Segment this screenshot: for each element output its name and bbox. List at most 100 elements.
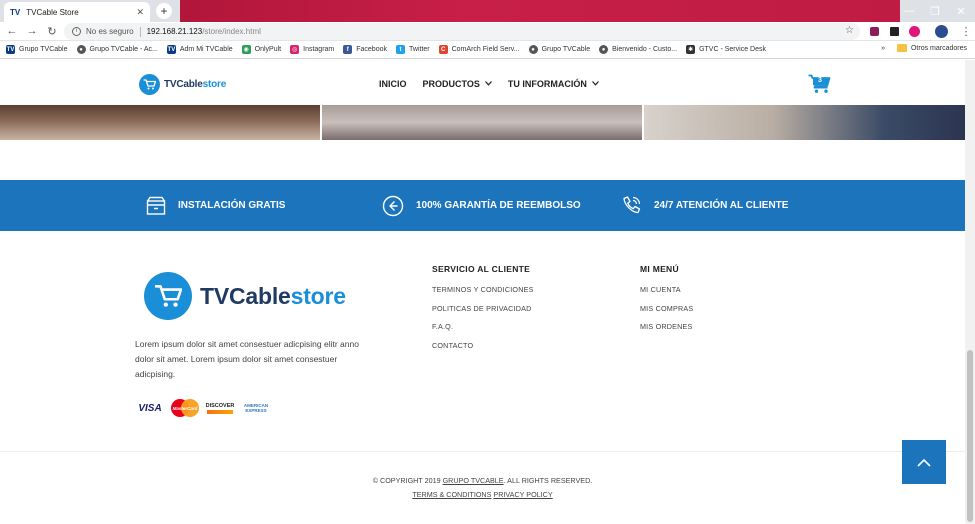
tab-title: TVCable Store [26,7,79,17]
footer-link-contact[interactable]: CONTACTO [432,341,534,350]
arrow-left-circle-icon [382,195,404,216]
tab-favicon: TV [10,7,21,17]
extension-target-icon[interactable] [909,26,920,37]
chevron-down-icon [484,80,492,88]
close-window-icon[interactable]: ✕ [948,0,974,22]
service-desk-icon: ✱ [686,45,696,54]
browser-toolbar: ← → ↻ i No es seguro 192.168.21.123/stor… [0,22,975,41]
chevron-up-icon [917,458,931,467]
url-path: /store/index.html [202,27,261,36]
nav-item-tu-informacion[interactable]: TU INFORMACIÓN [508,79,599,89]
footer-logo[interactable]: TVCablestore [144,272,346,320]
footer-link-privacy[interactable]: POLITICAS DE PRIVACIDAD [432,304,534,313]
info-icon[interactable]: i [72,27,81,36]
bookmark-item[interactable]: ● Grupo TVCable - Ac... [76,45,158,54]
extension-feather-icon[interactable] [870,27,879,36]
visa-icon: VISA [138,402,162,414]
nav-item-inicio[interactable]: INICIO [379,79,407,89]
profile-avatar[interactable] [935,25,948,38]
bookmark-item[interactable]: f Facebook [343,45,387,54]
onlypult-icon: ◉ [241,45,251,54]
footer-column-menu: MI MENÚ MI CUENTA MIS COMPRAS MIS ORDENE… [640,264,693,341]
minimize-icon[interactable]: — [896,0,922,22]
payment-methods: VISA MasterCard DISCOVER AMERICAN EXPRES… [136,399,278,417]
privacy-link[interactable]: PRIVACY POLICY [493,490,552,499]
features-band: INSTALACIÓN GRATIS 100% GARANTÍA DE REEM… [0,180,965,231]
footer-logo-text-store: store [290,282,346,309]
extension-pin-icon[interactable] [890,27,899,36]
footer-link-account[interactable]: MI CUENTA [640,285,693,294]
page-viewport: TVCablestore INICIO PRODUCTOS TU INFORMA… [0,60,965,524]
twitter-icon: t [396,45,405,54]
other-bookmarks[interactable]: Otros marcadores [911,45,967,52]
page-scrollbar[interactable] [965,60,975,524]
logo-cart-icon [144,272,192,320]
browser-menu-icon[interactable]: ⋮ [958,25,974,38]
globe-icon: ● [76,45,86,54]
forward-icon[interactable]: → [24,25,40,37]
terms-link[interactable]: TERMS & CONDITIONS [412,490,491,499]
site-logo[interactable]: TVCablestore [139,74,226,95]
hero-photo [644,105,965,140]
footer-logo-text-main: TVCable [200,282,291,309]
box-icon [146,196,166,215]
hero-photo-strip [0,105,965,140]
bookmark-item[interactable]: ◎ Instagram [290,45,334,54]
chevron-down-icon [591,80,599,88]
globe-icon: ● [528,45,538,54]
security-label: No es seguro [86,27,134,36]
instagram-icon: ◎ [290,45,300,54]
window-title-banner [180,0,900,22]
bookmarks-overflow-icon[interactable]: » [881,45,885,52]
nav-item-productos[interactable]: PRODUCTOS [423,79,492,89]
copyright: © COPYRIGHT 2019 GRUPO TVCABLE. ALL RIGH… [372,476,593,499]
feature-money-back: 100% GARANTÍA DE REEMBOLSO [382,180,581,231]
back-to-top-button[interactable] [902,440,946,484]
bookmark-star-icon[interactable]: ☆ [845,25,854,36]
url-host: 192.168.21.123 [146,27,203,36]
bookmark-item[interactable]: C ComArch Field Serv... [438,45,520,54]
bookmark-item[interactable]: TV Adm Mi TVCable [166,45,233,54]
browser-tab-active[interactable]: TV TVCable Store ✕ [4,2,150,22]
tv-logo-icon: TV [6,45,15,54]
bookmark-item[interactable]: t Twitter [396,45,430,54]
bookmark-item[interactable]: ● Grupo TVCable [528,45,590,54]
comarch-icon: C [438,45,448,54]
phone-icon [623,195,641,213]
header-cart-button[interactable]: 3 [808,74,832,94]
about-text: Lorem ipsum dolor sit amet consestuer ad… [135,339,359,379]
discover-icon: DISCOVER [206,401,234,415]
tab-close-icon[interactable]: ✕ [136,7,144,18]
cart-count-badge: 3 [818,77,822,84]
facebook-icon: f [343,45,353,54]
new-tab-button[interactable]: + [156,3,172,19]
browser-tab-strip: TV TVCable Store ✕ + — ❐ ✕ [0,0,975,22]
bookmark-item[interactable]: TV Grupo TVCable [6,45,68,54]
logo-text-store: store [202,79,227,90]
back-icon[interactable]: ← [4,25,20,37]
footer-link-faq[interactable]: F.A.Q. [432,322,534,331]
maximize-icon[interactable]: ❐ [922,0,948,22]
bookmark-item[interactable]: ◉ OnlyPult [241,45,281,54]
address-bar[interactable]: i No es seguro 192.168.21.123/store/inde… [64,23,860,40]
folder-icon [896,44,907,52]
hero-photo [0,105,320,140]
service-column-title: SERVICIO AL CLIENTE [432,264,531,274]
hero-photo [322,105,642,140]
feature-customer-service: 24/7 ATENCIÓN AL CLIENTE [620,180,788,231]
tv-logo-icon: TV [166,45,176,54]
footer-link-purchases[interactable]: MIS COMPRAS [640,304,693,313]
bookmark-item[interactable]: ✱ GTVC - Service Desk [686,45,766,54]
company-link[interactable]: GRUPO TVCABLE [443,476,504,485]
main-nav: INICIO PRODUCTOS TU INFORMACIÓN [379,79,615,89]
footer-column-service: SERVICIO AL CLIENTE TERMINOS Y CONDICION… [432,264,534,359]
site-header: TVCablestore INICIO PRODUCTOS TU INFORMA… [0,60,965,105]
logo-text-main: TVCable [164,79,203,90]
footer-divider [0,451,965,452]
reload-icon[interactable]: ↻ [44,25,60,38]
footer-link-terms[interactable]: TERMINOS Y CONDICIONES [432,285,534,294]
footer-link-orders[interactable]: MIS ORDENES [640,322,693,331]
scrollbar-thumb[interactable] [967,350,973,522]
bookmark-item[interactable]: ● Bienvenido - Custo... [599,45,677,54]
amex-icon: AMERICAN EXPRESS [243,403,269,413]
